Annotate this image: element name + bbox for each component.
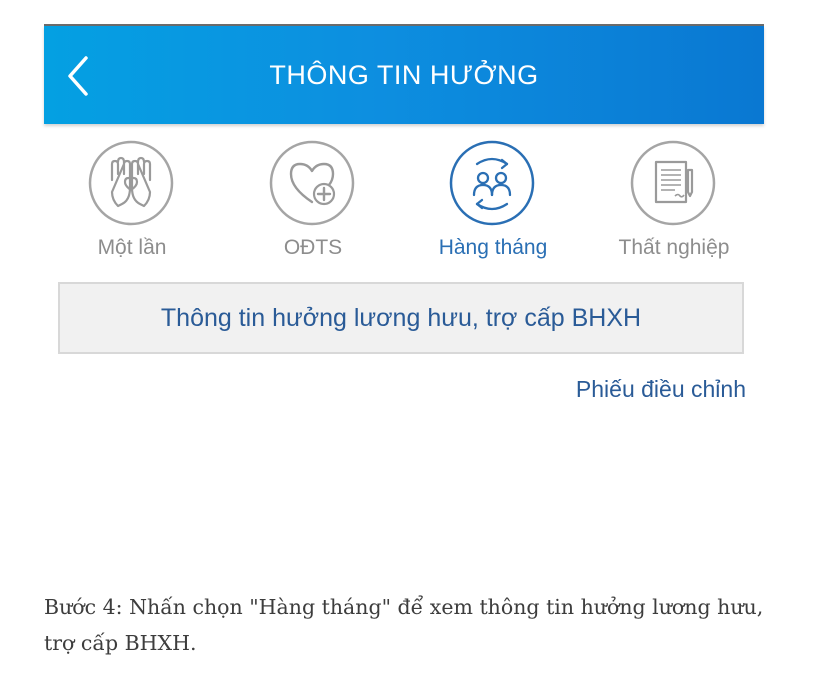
tab-label: OĐTS: [283, 236, 343, 259]
app-screen: THÔNG TIN HƯỞNG Một lần OĐTS Hàng tháng …: [44, 24, 764, 424]
people-cycle-icon: [449, 140, 535, 226]
header-bar: THÔNG TIN HƯỞNG: [44, 26, 764, 124]
tab-odts[interactable]: OĐTS: [225, 140, 401, 270]
adjustment-slip-link[interactable]: Phiếu điều chỉnh: [576, 376, 746, 403]
back-button[interactable]: [62, 54, 96, 98]
tab-that-nghiep[interactable]: Thất nghiệp: [586, 140, 762, 270]
tab-label: Hàng tháng: [438, 236, 548, 259]
tab-mot-lan[interactable]: Một lần: [44, 140, 220, 270]
step-caption: Bước 4: Nhấn chọn "Hàng tháng" để xem th…: [44, 595, 764, 655]
hands-heart-icon: [88, 140, 174, 226]
tab-hang-thang[interactable]: Hàng tháng: [405, 140, 581, 270]
document-pen-icon: [630, 140, 716, 226]
heart-plus-icon: [269, 140, 355, 226]
benefit-tabs: Một lần OĐTS Hàng tháng Thất nghiệp: [44, 140, 764, 270]
tab-label: Thất nghiệp: [618, 236, 730, 259]
tab-label: Một lần: [97, 236, 167, 259]
chevron-left-icon: [68, 56, 88, 96]
page-title: THÔNG TIN HƯỞNG: [269, 60, 539, 90]
pension-info-button[interactable]: Thông tin hưởng lương hưu, trợ cấp BHXH: [58, 282, 744, 354]
